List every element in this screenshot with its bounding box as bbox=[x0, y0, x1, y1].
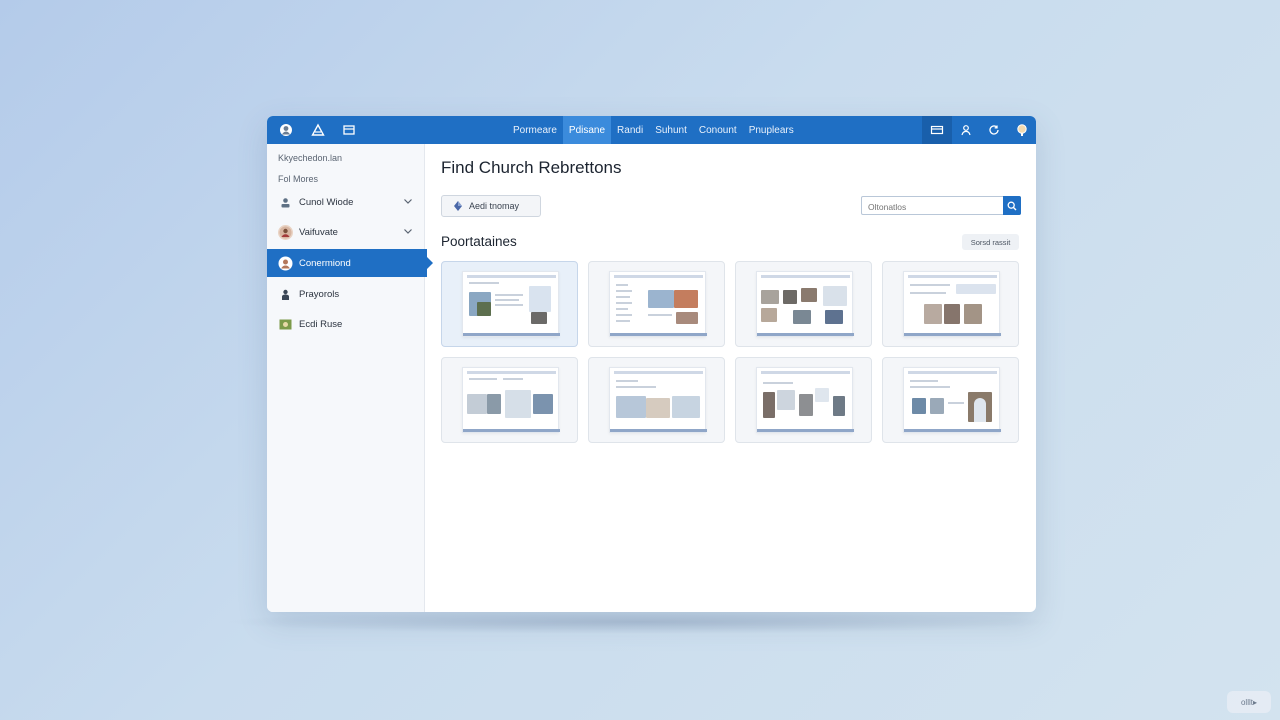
top-right-actions bbox=[922, 116, 1036, 144]
image-icon bbox=[278, 317, 293, 332]
template-card[interactable] bbox=[588, 357, 725, 443]
template-thumbnail bbox=[609, 367, 707, 433]
search-input[interactable] bbox=[862, 198, 1002, 216]
top-tabs: Pormeare Pdisane Randi Suhunt Conount Pn… bbox=[507, 116, 800, 144]
top-navigation-bar: Pormeare Pdisane Randi Suhunt Conount Pn… bbox=[267, 116, 1036, 144]
template-card[interactable] bbox=[882, 261, 1019, 347]
template-card[interactable] bbox=[735, 357, 872, 443]
user-icon[interactable] bbox=[952, 116, 980, 144]
sort-button[interactable]: Sorsd rassit bbox=[962, 234, 1019, 250]
template-thumbnail bbox=[756, 271, 854, 337]
template-thumbnail bbox=[462, 271, 560, 337]
sidebar-item-label: Prayorols bbox=[299, 288, 340, 300]
template-thumbnail bbox=[903, 271, 1001, 337]
person-icon bbox=[278, 287, 293, 302]
template-card[interactable] bbox=[882, 357, 1019, 443]
tab-conount[interactable]: Conount bbox=[693, 116, 743, 144]
watermark-badge: olllt▸ bbox=[1227, 691, 1271, 713]
template-card[interactable] bbox=[441, 357, 578, 443]
app-window: Pormeare Pdisane Randi Suhunt Conount Pn… bbox=[267, 116, 1036, 612]
sidebar-item-label: Conermiond bbox=[299, 257, 351, 269]
sidebar-heading: Kkyechedon.lan bbox=[278, 153, 343, 163]
search-button[interactable] bbox=[1003, 196, 1021, 215]
template-thumbnail bbox=[462, 367, 560, 433]
sidebar-item-cunol-wiode[interactable]: Cunol Wiode bbox=[267, 188, 425, 216]
sidebar-item-label: Vaifuvate bbox=[299, 226, 338, 238]
sidebar-item-ecdi-ruse[interactable]: Ecdi Ruse bbox=[267, 310, 425, 338]
tab-suhunt[interactable]: Suhunt bbox=[649, 116, 693, 144]
avatar-icon bbox=[278, 256, 293, 271]
tab-randi[interactable]: Randi bbox=[611, 116, 649, 144]
sidebar-item-vaifuvate[interactable]: Vaifuvate bbox=[267, 218, 425, 246]
user-badge-icon bbox=[278, 195, 293, 210]
tab-pormeare[interactable]: Pormeare bbox=[507, 116, 563, 144]
chevron-down-icon[interactable] bbox=[403, 226, 413, 236]
triangle-icon[interactable] bbox=[309, 121, 327, 139]
sidebar-item-label: Cunol Wiode bbox=[299, 196, 354, 208]
sidebar-item-conermiond[interactable]: Conermiond bbox=[267, 249, 433, 277]
search-icon bbox=[1007, 201, 1017, 210]
template-thumbnail bbox=[609, 271, 707, 337]
chevron-down-icon[interactable] bbox=[403, 196, 413, 206]
sidebar-subheading: Fol Mores bbox=[278, 174, 319, 184]
sidebar-item-label: Ecdi Ruse bbox=[299, 318, 343, 330]
template-thumbnail bbox=[756, 367, 854, 433]
sidebar: Kkyechedon.lan Fol Mores Cunol Wiode Vai… bbox=[267, 144, 433, 612]
template-card[interactable] bbox=[588, 261, 725, 347]
avatar-icon[interactable] bbox=[277, 121, 295, 139]
window-shadow bbox=[220, 610, 1060, 634]
section-title: Poortataines bbox=[441, 234, 517, 249]
refresh-icon[interactable] bbox=[980, 116, 1008, 144]
tab-pdisane[interactable]: Pdisane bbox=[562, 116, 612, 144]
card-icon[interactable] bbox=[922, 116, 952, 144]
pin-icon bbox=[454, 201, 462, 211]
sidebar-item-prayorols[interactable]: Prayorols bbox=[267, 280, 425, 308]
main-content: Find Church Rebrettons Aedi tnomay Poort… bbox=[425, 144, 1036, 612]
page-title: Find Church Rebrettons bbox=[441, 158, 622, 177]
add-button-label: Aedi tnomay bbox=[469, 201, 520, 211]
search-field[interactable] bbox=[861, 196, 1021, 216]
add-button[interactable]: Aedi tnomay bbox=[441, 195, 541, 217]
template-card[interactable] bbox=[441, 261, 578, 347]
help-icon[interactable] bbox=[1008, 116, 1036, 144]
folder-icon[interactable] bbox=[340, 121, 358, 139]
template-thumbnail bbox=[903, 367, 1001, 433]
template-card[interactable] bbox=[735, 261, 872, 347]
avatar-icon bbox=[278, 224, 293, 240]
tab-pnuplears[interactable]: Pnuplears bbox=[743, 116, 800, 144]
